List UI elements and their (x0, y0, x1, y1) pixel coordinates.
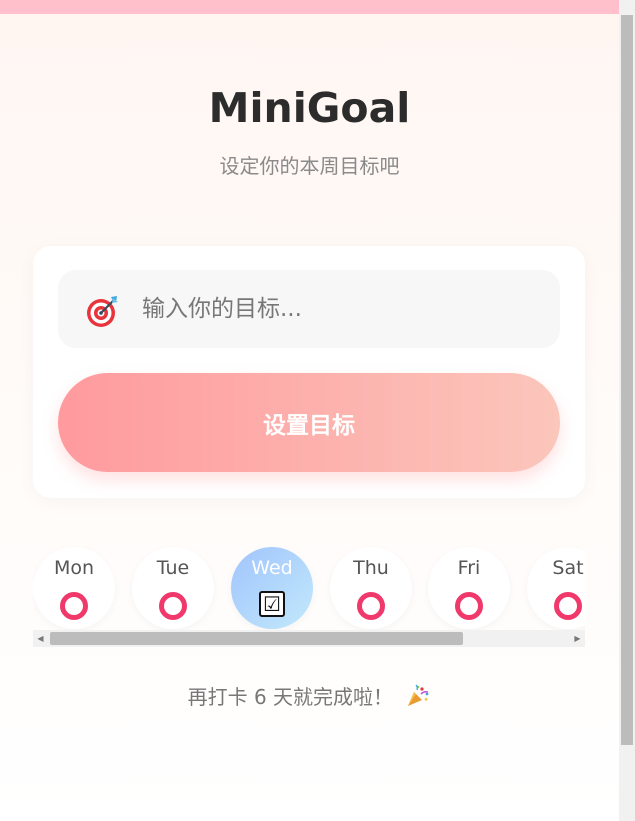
unchecked-ring-icon (159, 592, 187, 620)
unchecked-ring-icon (60, 592, 88, 620)
app-title: MiniGoal (208, 84, 411, 132)
set-goal-button[interactable]: 设置目标 (58, 373, 560, 472)
day-label: Mon (53, 557, 95, 579)
day-thu[interactable]: Thu (330, 547, 412, 629)
top-accent-bar (0, 0, 619, 14)
day-label: Tue (156, 557, 190, 579)
day-label: Fri (457, 557, 481, 579)
unchecked-ring-icon (554, 592, 582, 620)
day-mon[interactable]: Mon (33, 547, 115, 629)
progress-message: 再打卡 6 天就完成啦！ (0, 682, 619, 712)
app-viewport: MiniGoal 设定你的本周目标吧 设置目标 Mon T (0, 0, 619, 821)
day-label: Sat (552, 557, 584, 579)
scroll-left-arrow-icon[interactable]: ◀ (33, 630, 48, 647)
week-days-track: Mon Tue Wed ☑ Thu Fri Sat (33, 546, 585, 630)
day-label: Wed (251, 557, 293, 579)
progress-text: 再打卡 6 天就完成啦！ (187, 685, 394, 709)
day-sat[interactable]: Sat (527, 547, 585, 629)
day-fri[interactable]: Fri (428, 547, 510, 629)
unchecked-ring-icon (357, 592, 385, 620)
goal-input[interactable] (142, 270, 542, 348)
app-subtitle: 设定你的本周目标吧 (219, 154, 400, 178)
goal-input-wrapper[interactable] (58, 270, 560, 348)
checked-box-icon: ☑ (259, 591, 285, 617)
target-icon (87, 296, 118, 327)
goal-card: 设置目标 (33, 246, 585, 498)
party-popper-icon (408, 684, 429, 706)
horizontal-scroll-thumb[interactable] (50, 632, 463, 645)
week-days-scroller[interactable]: Mon Tue Wed ☑ Thu Fri Sat (33, 546, 585, 630)
day-label: Thu (353, 557, 389, 579)
scroll-right-arrow-icon[interactable]: ▶ (570, 630, 585, 647)
days-horizontal-scrollbar[interactable]: ◀ ▶ (33, 630, 585, 647)
day-wed[interactable]: Wed ☑ (231, 547, 313, 629)
day-tue[interactable]: Tue (132, 547, 214, 629)
page-vertical-scrollbar[interactable] (619, 0, 635, 821)
unchecked-ring-icon (455, 592, 483, 620)
vertical-scroll-thumb[interactable] (621, 15, 633, 745)
